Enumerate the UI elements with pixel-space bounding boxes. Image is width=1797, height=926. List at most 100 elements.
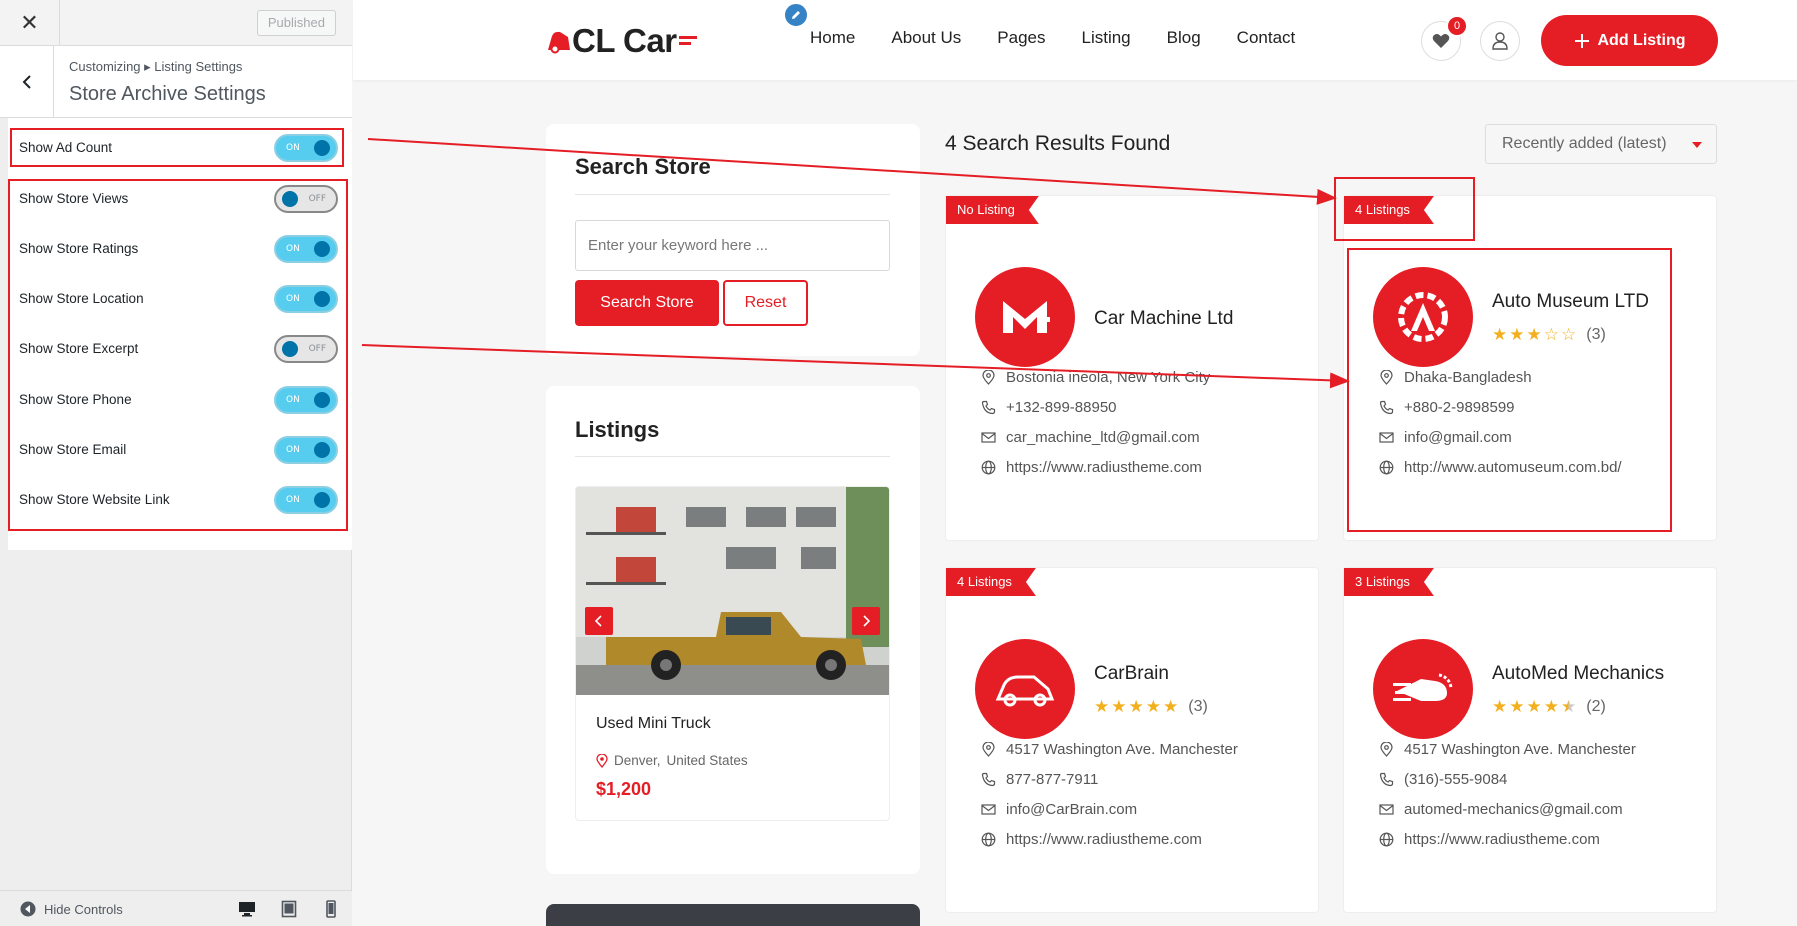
store-email[interactable]: car_machine_ltd@gmail.com: [981, 429, 1200, 446]
listings-widget: Listings Used Mini Truck Denver, United …: [546, 386, 920, 874]
store-website[interactable]: https://www.radiustheme.com: [1379, 831, 1600, 848]
sort-select[interactable]: Recently added (latest): [1485, 124, 1717, 164]
store-logo[interactable]: [975, 267, 1075, 367]
nav-item[interactable]: About Us: [891, 28, 961, 48]
store-email-text: info@gmail.com: [1404, 429, 1512, 446]
listing-location: Denver, United States: [596, 753, 748, 768]
listing-city: Denver,: [614, 753, 661, 768]
star-icon: ★: [1094, 697, 1110, 717]
tablet-icon[interactable]: [280, 900, 298, 918]
pencil-icon[interactable]: [783, 2, 809, 28]
published-button[interactable]: Published: [256, 10, 336, 36]
hide-controls-label: Hide Controls: [44, 901, 123, 917]
store-phone-text: (316)-555-9084: [1404, 771, 1508, 788]
store-website-text: http://www.automuseum.com.bd/: [1404, 459, 1622, 476]
chevron-right-icon: [863, 615, 871, 627]
store-card[interactable]: 3 Listings AutoMed Mechanics ★ ★ ★ ★ ★ (2) 4517 …: [1343, 567, 1717, 913]
hide-controls-button[interactable]: Hide Controls: [20, 901, 123, 917]
store-rating: ★ ★ ★ ★ ★ (3): [1094, 697, 1208, 717]
logo-speed-lines: [678, 36, 697, 45]
listing-title[interactable]: Used Mini Truck: [596, 715, 711, 733]
search-store-button[interactable]: Search Store: [575, 280, 719, 326]
store-logo[interactable]: [1373, 267, 1473, 367]
star-icon: ★: [1111, 697, 1127, 717]
store-address-text: 4517 Washington Ave. Manchester: [1404, 741, 1636, 758]
mail-icon: [1379, 432, 1394, 443]
store-address: 4517 Washington Ave. Manchester: [1379, 741, 1636, 758]
store-website[interactable]: http://www.automuseum.com.bd/: [1379, 459, 1622, 476]
globe-icon: [981, 832, 996, 847]
store-website[interactable]: https://www.radiustheme.com: [981, 831, 1202, 848]
store-address: Dhaka-Bangladesh: [1379, 369, 1532, 386]
store-address-text: 4517 Washington Ave. Manchester: [1006, 741, 1238, 758]
store-logo[interactable]: [1373, 639, 1473, 739]
mobile-icon[interactable]: [322, 900, 340, 918]
slider-next-button[interactable]: [852, 607, 880, 635]
car-logo-icon: [548, 31, 570, 54]
add-listing-button[interactable]: Add Listing: [1541, 15, 1718, 66]
site-logo[interactable]: CL Car: [546, 22, 699, 60]
store-name[interactable]: AutoMed Mechanics: [1492, 663, 1664, 685]
store-website-text: https://www.radiustheme.com: [1006, 831, 1202, 848]
back-button[interactable]: [0, 46, 54, 118]
store-email[interactable]: info@CarBrain.com: [981, 801, 1137, 818]
close-icon[interactable]: ✕: [0, 0, 60, 45]
store-address-text: Bostonia ineola, New York City: [1006, 369, 1211, 386]
customizer-footer: Hide Controls: [0, 890, 352, 926]
store-website-text: https://www.radiustheme.com: [1006, 459, 1202, 476]
desktop-icon[interactable]: [238, 900, 256, 918]
store-name[interactable]: Auto Museum LTD: [1492, 291, 1649, 313]
globe-icon: [1379, 832, 1394, 847]
collapse-icon: [20, 901, 36, 917]
map-pin-icon: [1380, 370, 1393, 385]
store-logo-icon: [1398, 292, 1448, 342]
store-logo-icon: [1393, 673, 1453, 701]
phone-icon: [981, 772, 996, 787]
store-website[interactable]: https://www.radiustheme.com: [981, 459, 1202, 476]
store-card[interactable]: No Listing Car Machine Ltd Bostonia ineola…: [945, 195, 1319, 541]
nav-item[interactable]: Home: [810, 28, 855, 48]
nav-item[interactable]: Blog: [1167, 28, 1201, 48]
store-email-text: car_machine_ltd@gmail.com: [1006, 429, 1200, 446]
map-pin-icon: [982, 742, 995, 757]
store-email-text: automed-mechanics@gmail.com: [1404, 801, 1623, 818]
nav-item[interactable]: Listing: [1082, 28, 1131, 48]
store-logo[interactable]: [975, 639, 1075, 739]
listing-item[interactable]: Used Mini Truck Denver, United States $1…: [575, 486, 890, 821]
sort-value: Recently added (latest): [1502, 135, 1667, 152]
star-icon: ★: [1543, 697, 1559, 717]
nav-item[interactable]: Pages: [997, 28, 1045, 48]
listing-count-ribbon: 4 Listings: [1344, 196, 1434, 224]
chevron-left-icon: [594, 615, 602, 627]
nav-item[interactable]: Contact: [1237, 28, 1296, 48]
user-account-button[interactable]: [1480, 21, 1520, 61]
store-phone: +132-899-88950: [981, 399, 1117, 416]
store-email[interactable]: info@gmail.com: [1379, 429, 1512, 446]
globe-icon: [1379, 460, 1394, 475]
store-address: Bostonia ineola, New York City: [981, 369, 1210, 386]
rating-count: (2): [1586, 698, 1606, 715]
rating-count: (3): [1188, 698, 1208, 715]
store-email[interactable]: automed-mechanics@gmail.com: [1379, 801, 1623, 818]
store-card[interactable]: 4 Listings Auto Museum LTD ★ ★ ★ ☆ ☆ (3) Dhaka-B…: [1343, 195, 1717, 541]
star-icon: ★: [1526, 697, 1542, 717]
star-icon: ★: [1492, 697, 1508, 717]
mail-icon: [1379, 804, 1394, 815]
store-logo-icon: [995, 675, 1055, 707]
slider-prev-button[interactable]: [585, 607, 613, 635]
star-icon: ★: [1163, 697, 1179, 717]
store-name[interactable]: CarBrain: [1094, 663, 1169, 685]
reset-button[interactable]: Reset: [723, 280, 808, 326]
store-card[interactable]: 4 Listings CarBrain ★ ★ ★ ★ ★ (3) 4517 Washingto…: [945, 567, 1319, 913]
store-phone-text: +880-2-9898599: [1404, 399, 1515, 416]
phone-icon: [1379, 772, 1394, 787]
store-name[interactable]: Car Machine Ltd: [1094, 308, 1233, 330]
store-search-input[interactable]: [575, 220, 890, 271]
customizer-sidebar: ✕ Published Customizing ▸ Listing Settin…: [0, 0, 352, 926]
store-phone: +880-2-9898599: [1379, 399, 1515, 416]
star-icon: ★: [1509, 697, 1525, 717]
chevron-left-icon: [22, 75, 31, 89]
listing-photo: [576, 487, 889, 695]
store-rating: ★ ★ ★ ★ ★ (2): [1492, 697, 1606, 717]
star-icon: ★: [1561, 697, 1577, 717]
